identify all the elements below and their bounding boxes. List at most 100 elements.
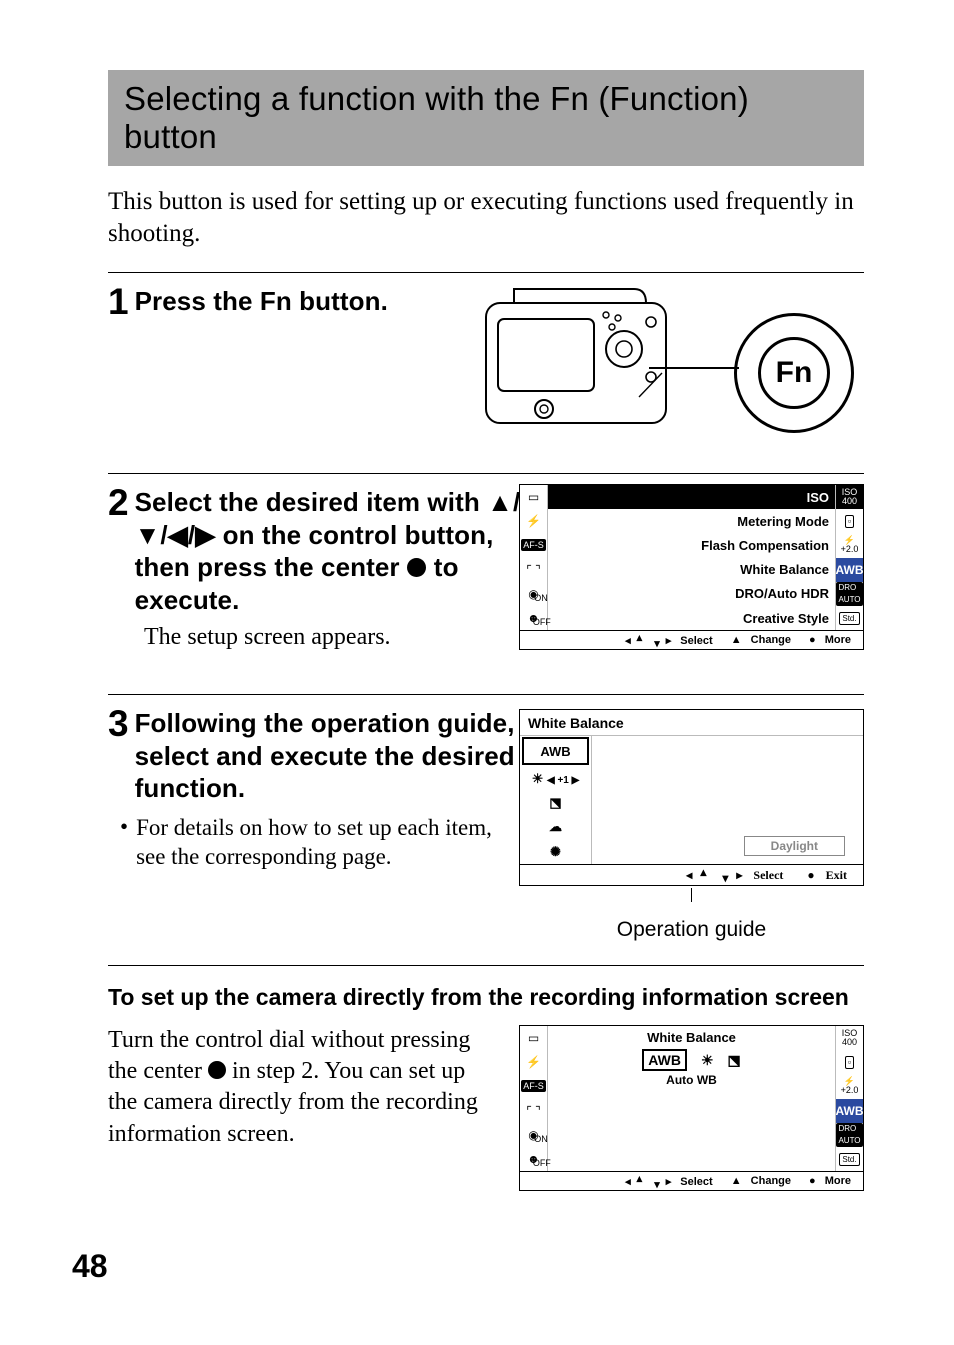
section-title-bar: Selecting a function with the Fn (Functi… bbox=[108, 70, 864, 166]
fn-menu-row-metering: Metering Mode bbox=[548, 509, 835, 533]
rec-mid-area: White Balance AWB ☀ ⬔ Auto WB bbox=[548, 1026, 835, 1171]
fn-menu-row-iso: ISO bbox=[548, 485, 835, 509]
wb-option-daylight: ☀ ◀ +1 ▶ bbox=[520, 766, 591, 790]
fn-menu-footer: ◂▴▾▸ Select ▲ Change ● More bbox=[520, 630, 863, 649]
smile-shutter-icon: ☻OFF bbox=[520, 1147, 548, 1171]
step-1-figure: Fn bbox=[484, 279, 864, 449]
rec-foot-change: ▲ Change bbox=[725, 1175, 803, 1187]
wb-option-awb: AWB bbox=[522, 737, 589, 765]
flash-mode-icon: ⚡ bbox=[520, 509, 548, 533]
separator bbox=[108, 965, 864, 966]
fn-menu-left-icons: ▭ ⚡ AF-S ⌜ ⌝ ◉ON ☻OFF bbox=[520, 485, 548, 630]
triangle-left-icon: ◀ bbox=[168, 520, 188, 550]
rec-auto-wb-label: Auto WB bbox=[548, 1073, 835, 1091]
rec-foot-more: ● More bbox=[803, 1175, 863, 1187]
wb-foot-select: ◂▴▾▸ Select bbox=[678, 868, 799, 883]
triangle-up-icon: ▲ bbox=[487, 487, 513, 517]
af-area-icon: ⌜ ⌝ bbox=[520, 558, 548, 582]
section-title: Selecting a function with the Fn (Functi… bbox=[124, 80, 848, 156]
rec-footer: ◂▴▾▸ Select ▲ Change ● More bbox=[520, 1171, 863, 1190]
fn-menu-labels: ISO Metering Mode Flash Compensation Whi… bbox=[548, 485, 835, 630]
wb-foot-exit: ● Exit bbox=[799, 868, 863, 883]
step-2-title: Select the desired item with ▲/▼/◀/▶ on … bbox=[135, 486, 535, 616]
af-mode-icon: AF-S bbox=[520, 1074, 548, 1098]
wb-daylight-label: Daylight bbox=[744, 836, 845, 856]
direct-setup-figure: ▭ ⚡ AF-S ⌜ ⌝ ◉ON ☻OFF White Balance AWB … bbox=[519, 1025, 864, 1191]
flashcomp-value-icon: ⚡+2.0 bbox=[835, 1074, 863, 1098]
step-3-figure: White Balance AWB ☀ ◀ +1 ▶ ⬔ ☁ ✺ Dayligh… bbox=[519, 709, 864, 942]
fn-menu-row-wb: White Balance bbox=[548, 558, 835, 582]
step-2: 2 Select the desired item with ▲/▼/◀/▶ o… bbox=[108, 474, 864, 694]
direct-setup-row: Turn the control dial without pressing t… bbox=[108, 1025, 864, 1191]
wb-menu-footer: ◂▴▾▸ Select ● Exit bbox=[519, 864, 864, 886]
triangle-right-icon: ▶ bbox=[195, 520, 215, 550]
rec-wb-title: White Balance bbox=[548, 1026, 835, 1045]
fn-leader-line bbox=[649, 367, 739, 369]
step-3-number: 3 bbox=[108, 705, 129, 742]
step-2-title-part1: Select the desired item with bbox=[135, 487, 488, 517]
sun-icon: ☀ bbox=[701, 1052, 714, 1069]
dro-value-icon: DROAUTO bbox=[835, 582, 863, 606]
triangle-down-icon: ▼ bbox=[135, 520, 161, 550]
step-1-number: 1 bbox=[108, 283, 129, 320]
rec-foot-select: ◂▴▾▸ Select bbox=[619, 1175, 725, 1188]
fn-menu-row-flashcomp: Flash Compensation bbox=[548, 533, 835, 557]
step-1: 1 Press the Fn button. Fn bbox=[108, 273, 864, 473]
opguide-leader-line bbox=[691, 888, 692, 902]
iso-value-icon: ISO400 bbox=[835, 1026, 863, 1050]
wb-option-shade: ⬔ bbox=[520, 791, 591, 815]
rec-wb-icons: AWB ☀ ⬔ bbox=[548, 1045, 835, 1073]
dro-value-icon: DROAUTO bbox=[835, 1123, 863, 1147]
awb-value-icon: AWB bbox=[835, 558, 863, 582]
shade-icon-2: ⬔ bbox=[728, 1052, 741, 1069]
center-button-icon bbox=[407, 558, 427, 578]
flash-mode-icon: ⚡ bbox=[520, 1050, 548, 1074]
intro-paragraph: This button is used for setting up or ex… bbox=[108, 186, 864, 250]
face-detect-icon: ◉ON bbox=[520, 1123, 548, 1147]
metering-value-icon: ▫ bbox=[835, 509, 863, 533]
creative-value-icon: Std. bbox=[835, 606, 863, 630]
fn-menu-screenshot: ▭ ⚡ AF-S ⌜ ⌝ ◉ON ☻OFF ISO Metering Mode … bbox=[519, 484, 864, 650]
wb-option-incandescent: ✺ bbox=[520, 840, 591, 864]
step-2-number: 2 bbox=[108, 484, 129, 521]
awb-value-icon: AWB bbox=[835, 1099, 863, 1123]
rec-left-icons: ▭ ⚡ AF-S ⌜ ⌝ ◉ON ☻OFF bbox=[520, 1026, 548, 1171]
drive-mode-icon: ▭ bbox=[520, 1026, 548, 1050]
rec-awb-selected: AWB bbox=[642, 1049, 687, 1071]
flashcomp-value-icon: ⚡+2.0 bbox=[835, 533, 863, 557]
wb-option-list: AWB ☀ ◀ +1 ▶ ⬔ ☁ ✺ bbox=[520, 736, 592, 864]
rec-right-icons: ISO400 ▫ ⚡+2.0 AWB DROAUTO Std. bbox=[835, 1026, 863, 1171]
center-button-icon bbox=[208, 1061, 226, 1079]
wb-option-cloudy: ☁ bbox=[520, 815, 591, 839]
af-area-icon: ⌜ ⌝ bbox=[520, 1099, 548, 1123]
fn-callout-circle: Fn bbox=[734, 313, 854, 433]
bullet-icon: • bbox=[120, 813, 128, 872]
step-2-figure: ▭ ⚡ AF-S ⌜ ⌝ ◉ON ☻OFF ISO Metering Mode … bbox=[519, 484, 864, 650]
af-mode-icon: AF-S bbox=[520, 533, 548, 557]
creative-value-icon: Std. bbox=[835, 1147, 863, 1171]
iso-value-icon: ISO400 bbox=[835, 485, 863, 509]
fn-label: Fn bbox=[758, 337, 830, 409]
fn-menu-row-dro: DRO/Auto HDR bbox=[548, 582, 835, 606]
wb-menu-title: White Balance bbox=[520, 710, 863, 736]
camera-back-illustration bbox=[484, 285, 704, 435]
operation-guide-label: Operation guide bbox=[519, 918, 864, 942]
wb-menu-screenshot: White Balance AWB ☀ ◀ +1 ▶ ⬔ ☁ ✺ Dayligh… bbox=[519, 709, 864, 865]
page-number: 48 bbox=[72, 1248, 108, 1285]
smile-shutter-icon: ☻OFF bbox=[520, 606, 548, 630]
fn-menu-row-creative: Creative Style bbox=[548, 606, 835, 630]
metering-value-icon: ▫ bbox=[835, 1050, 863, 1074]
foot-more: ● More bbox=[803, 634, 863, 646]
direct-setup-text: Turn the control dial without pressing t… bbox=[108, 1025, 491, 1150]
drive-mode-icon: ▭ bbox=[520, 485, 548, 509]
step-1-title: Press the Fn button. bbox=[135, 285, 388, 318]
subheading: To set up the camera directly from the r… bbox=[108, 984, 864, 1011]
face-detect-icon: ◉ON bbox=[520, 582, 548, 606]
step-3: 3 Following the operation guide, select … bbox=[108, 695, 864, 965]
foot-change: ▲ Change bbox=[725, 634, 803, 646]
fn-menu-right-icons: ISO400 ▫ ⚡+2.0 AWB DROAUTO Std. bbox=[835, 485, 863, 630]
foot-select: ◂▴▾▸ Select bbox=[619, 634, 725, 647]
step-3-title: Following the operation guide, select an… bbox=[135, 707, 535, 805]
rec-info-screenshot: ▭ ⚡ AF-S ⌜ ⌝ ◉ON ☻OFF White Balance AWB … bbox=[519, 1025, 864, 1191]
step-3-bullet-text: For details on how to set up each item, … bbox=[136, 813, 496, 872]
